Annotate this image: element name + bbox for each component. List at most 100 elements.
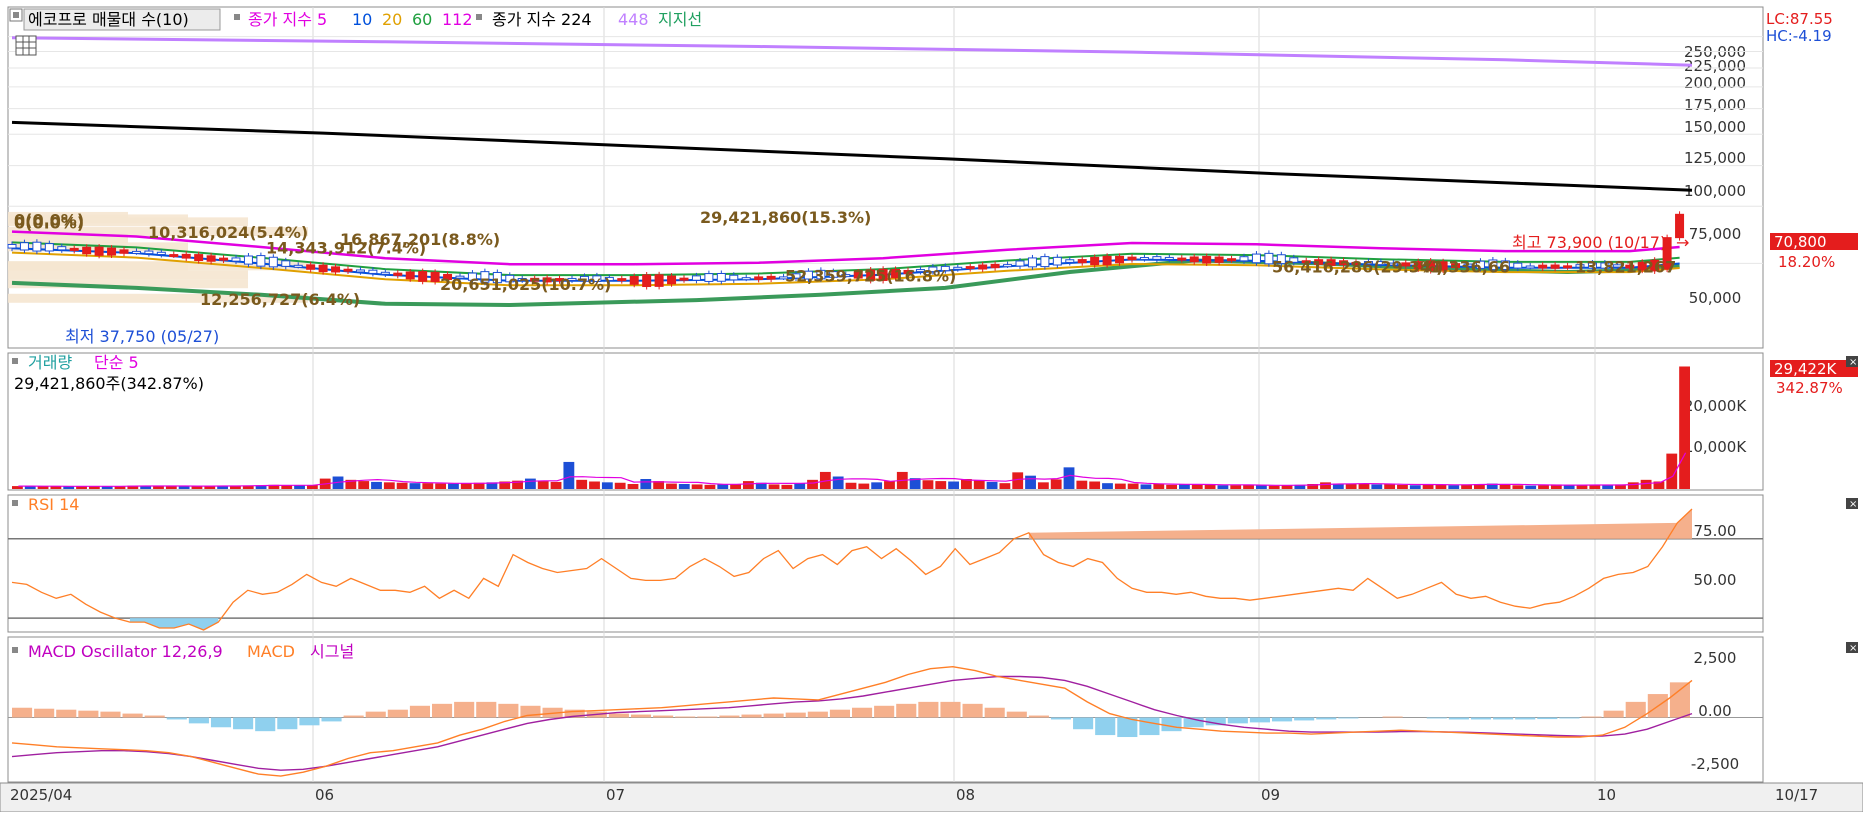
candle-body	[754, 276, 764, 280]
candle-body	[1152, 256, 1162, 260]
legend-item[interactable]: 단순 5	[94, 353, 139, 372]
volume-bar	[1627, 482, 1639, 489]
candle-body	[355, 269, 365, 273]
candle-body	[94, 246, 104, 256]
volume-profile-label: 41,336,66	[1420, 257, 1510, 276]
legend-item[interactable]: 종가 지수 5	[248, 10, 327, 29]
volume-bar	[884, 481, 895, 489]
price-tick-label: 200,000	[1684, 74, 1746, 92]
volume-bar	[1345, 484, 1357, 489]
volume-bar	[409, 483, 421, 489]
legend-item[interactable]: 종가 지수 224	[492, 10, 592, 29]
current-change-pct: 18.20%	[1778, 253, 1835, 271]
volume-bar	[1384, 484, 1396, 489]
legend-item[interactable]: 448	[618, 10, 649, 29]
legend-item[interactable]: 10	[352, 10, 372, 29]
price-tick-label: 100,000	[1684, 182, 1746, 200]
macd-oscillator-bar	[188, 717, 209, 724]
legend-item[interactable]: MACD Oscillator 12,26,9	[28, 642, 223, 661]
legend-item[interactable]: 20	[382, 10, 402, 29]
candle-body	[704, 273, 714, 282]
volume-bar	[1268, 485, 1280, 489]
macd-oscillator-bar	[365, 711, 386, 718]
candle-body	[1139, 257, 1149, 261]
macd-oscillator-bar	[1227, 717, 1248, 724]
macd-oscillator-bar	[697, 716, 718, 718]
macd-oscillator-bar	[1161, 717, 1182, 732]
candle-body	[1525, 265, 1535, 269]
volume-info: 29,421,860주(342.87%)	[14, 374, 204, 393]
volume-bar	[371, 481, 382, 489]
price-tick-label: 75,000	[1689, 225, 1742, 243]
volume-profile-label: 14,343,912(7.4%)	[266, 238, 426, 257]
macd-oscillator-bar	[896, 703, 917, 718]
volume-bar	[1320, 482, 1331, 489]
volume-profile-label: 12,256,727(6.4%)	[200, 290, 360, 309]
legend-item[interactable]: 60	[412, 10, 432, 29]
macd-oscillator-bar	[719, 715, 740, 718]
close-icon-glyph: ×	[1849, 357, 1857, 368]
macd-oscillator-bar	[1249, 717, 1270, 723]
price-tick-label: 125,000	[1684, 149, 1746, 167]
legend-item[interactable]: RSI 14	[28, 495, 79, 514]
legend-item[interactable]: 시그널	[310, 642, 354, 661]
macd-oscillator-bar	[1426, 717, 1447, 719]
candle-body	[219, 257, 229, 261]
volume-bar	[1576, 485, 1588, 489]
volume-change-pct: 342.87%	[1776, 379, 1843, 397]
table-grid-icon[interactable]	[15, 35, 37, 56]
macd-oscillator-bar	[299, 717, 320, 726]
candle-body	[1015, 260, 1025, 267]
macd-oscillator-bar	[277, 717, 298, 730]
candle-body	[1102, 255, 1112, 266]
macd-oscillator-bar	[785, 712, 806, 718]
macd-oscillator-bar	[122, 713, 143, 718]
stock-chart-window[interactable]: 250,000 225,000 200,000 175,000 150,000 …	[0, 0, 1863, 813]
volume-bar	[435, 483, 447, 489]
macd-oscillator-bar	[1603, 710, 1624, 718]
close-icon-glyph: ×	[1849, 643, 1857, 654]
macd-oscillator-bar	[1050, 717, 1072, 720]
candle-body	[281, 260, 291, 267]
volume-bar	[550, 481, 562, 489]
volume-bar	[781, 484, 793, 489]
candle-body	[1227, 258, 1237, 262]
volume-bar	[1076, 480, 1088, 489]
legend-item[interactable]: 에코프로 매물대 수(10)	[28, 10, 189, 29]
candle-body	[1189, 256, 1199, 263]
candle-body	[44, 243, 54, 252]
legend-item[interactable]: 지지선	[658, 10, 702, 29]
candle-body	[380, 271, 390, 275]
volume-bar	[1409, 485, 1421, 489]
price-tick-label: 225,000	[1684, 57, 1746, 75]
candle-body	[1538, 264, 1548, 269]
candle-body	[318, 264, 328, 273]
legend-item[interactable]: 거래량	[28, 353, 72, 372]
volume-bar	[1397, 484, 1408, 489]
macd-oscillator-bar	[962, 703, 983, 718]
chart-canvas[interactable]: 250,000 225,000 200,000 175,000 150,000 …	[0, 0, 1863, 813]
volume-bar	[640, 479, 652, 489]
candle-body	[1127, 256, 1137, 261]
candle-body	[57, 246, 67, 251]
volume-profile-label: 56,416,286(29.3%)	[1272, 257, 1443, 276]
macd-oscillator-bar	[1316, 717, 1337, 720]
macd-oscillator-bar	[210, 717, 232, 728]
legend-item[interactable]: MACD	[247, 642, 295, 661]
volume-bar	[1602, 485, 1614, 489]
price-tick-label: 175,000	[1684, 96, 1746, 114]
candle-body	[368, 269, 378, 274]
candle-body	[654, 274, 664, 287]
volume-bar	[1153, 484, 1165, 489]
volume-bar	[922, 480, 934, 489]
legend-square-icon	[12, 500, 18, 506]
volume-profile-label: 20,651,025(10.7%)	[440, 275, 611, 294]
candle-body	[978, 264, 988, 270]
candle-body	[293, 264, 303, 268]
legend-item[interactable]: 112	[442, 10, 473, 29]
legend-square-icon	[13, 12, 19, 18]
candle-body	[82, 246, 92, 255]
volume-bar	[999, 483, 1011, 489]
candle-body	[1077, 259, 1087, 264]
low-annotation: 최저 37,750 (05/27)	[65, 327, 219, 346]
